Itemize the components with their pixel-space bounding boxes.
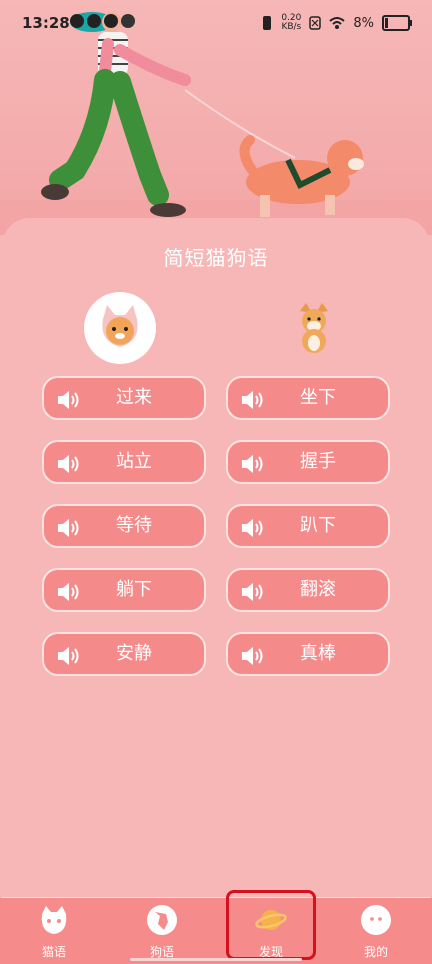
- app-notification-icon: [70, 14, 84, 28]
- speaker-icon: [58, 455, 79, 473]
- phrase-button[interactable]: 躺下: [42, 568, 206, 612]
- speaker-icon: [58, 583, 79, 601]
- tiktok-icon: [87, 14, 101, 28]
- speaker-icon: [242, 391, 263, 409]
- speaker-icon: [242, 583, 263, 601]
- speaker-icon: [58, 391, 79, 409]
- wifi-icon: [329, 17, 346, 29]
- status-right: 0.20 KB/s 8%: [261, 13, 412, 32]
- phrase-button[interactable]: 过来: [42, 376, 206, 420]
- cat-icon: [41, 906, 67, 934]
- speaker-icon: [242, 519, 263, 537]
- weibo-icon: [121, 14, 135, 28]
- selected-tab-highlight: [226, 890, 316, 960]
- dog-icon: [147, 905, 177, 935]
- phrase-label: 真棒: [300, 643, 336, 664]
- phrase-label: 翻滚: [300, 579, 336, 600]
- phrase-button[interactable]: 站立: [42, 440, 206, 484]
- phrase-button[interactable]: 真棒: [226, 632, 390, 676]
- profile-icon: [361, 905, 391, 935]
- status-bar: 13:28 0.20 KB/s 8%: [0, 0, 432, 50]
- network-speed: 0.20 KB/s: [281, 13, 302, 32]
- nav-item-cat[interactable]: 猫语: [14, 904, 94, 960]
- phrase-button[interactable]: 安静: [42, 632, 206, 676]
- speaker-icon: [242, 647, 263, 665]
- phrase-button[interactable]: 翻滚: [226, 568, 390, 612]
- phrase-label: 坐下: [300, 387, 336, 408]
- phrase-label: 握手: [300, 451, 336, 472]
- main-card: 简短猫狗语 过来 坐下站立 握手等待 趴下躺下 翻滚安静 真棒: [2, 218, 430, 898]
- nav-item-profile[interactable]: 我的: [336, 904, 416, 960]
- bottom-nav: 猫语 狗语 发现 我的: [0, 898, 432, 964]
- home-indicator[interactable]: [130, 958, 302, 961]
- phrase-button[interactable]: 等待: [42, 504, 206, 548]
- phrase-label: 躺下: [116, 579, 152, 600]
- phrase-button[interactable]: 握手: [226, 440, 390, 484]
- cat-icon: [102, 305, 138, 347]
- dog-icon: [300, 303, 328, 353]
- notification-icons: [70, 14, 135, 28]
- speaker-icon: [58, 519, 79, 537]
- phrase-label: 安静: [116, 643, 152, 664]
- phrase-label: 等待: [116, 515, 152, 536]
- speaker-icon: [58, 647, 79, 665]
- phrase-button[interactable]: 坐下: [226, 376, 390, 420]
- page-title: 简短猫狗语: [163, 246, 269, 270]
- vibrate-icon: [263, 16, 272, 30]
- phrase-label: 过来: [116, 387, 152, 408]
- battery-icon: [382, 15, 412, 31]
- battery-percent: 8%: [353, 15, 374, 31]
- phrase-label: 趴下: [300, 515, 336, 536]
- app-notification-icon: [104, 14, 118, 28]
- dog-avatar[interactable]: [278, 292, 350, 364]
- nav-item-dog[interactable]: 狗语: [122, 904, 202, 960]
- nav-label: 我的: [363, 945, 388, 959]
- nav-label: 猫语: [41, 945, 66, 959]
- cat-avatar[interactable]: [84, 292, 156, 364]
- speaker-icon: [242, 455, 263, 473]
- phrase-button[interactable]: 趴下: [226, 504, 390, 548]
- phrase-label: 站立: [116, 451, 152, 472]
- sim-icon: [309, 16, 322, 30]
- status-time: 13:28: [22, 14, 70, 32]
